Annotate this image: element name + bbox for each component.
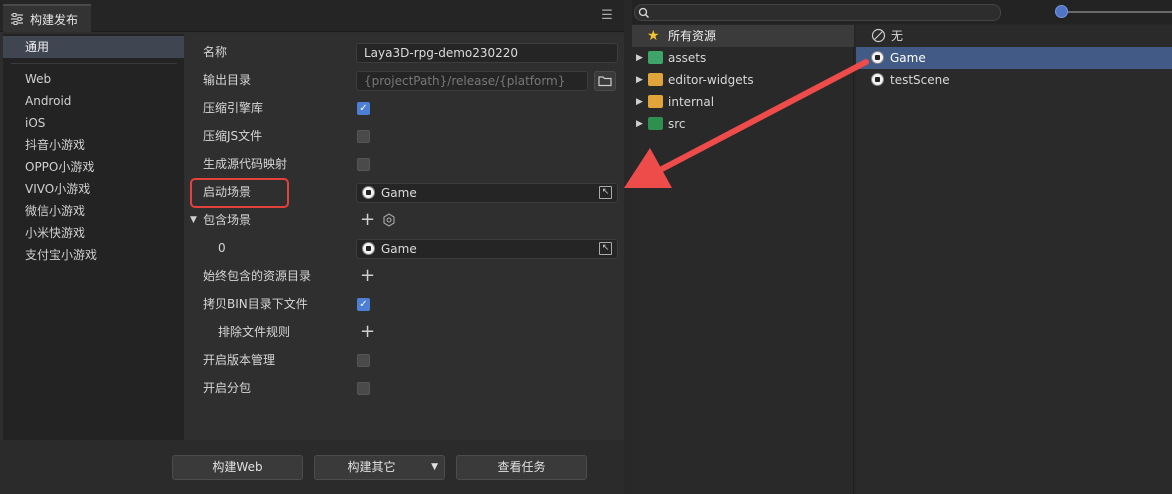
compress-js-checkbox[interactable] <box>357 130 370 143</box>
tree-item-internal[interactable]: ▶ internal <box>632 91 854 113</box>
build-other-button[interactable]: 构建其它 ▼ <box>314 455 445 480</box>
all-assets-label: 所有资源 <box>668 29 717 43</box>
platform-item-oppo[interactable]: OPPO小游戏 <box>25 157 94 177</box>
star-icon: ★ <box>647 28 660 44</box>
add-scene-icon[interactable]: + <box>360 211 375 229</box>
start-scene-highlight-box <box>190 178 289 208</box>
panel-menu-icon[interactable]: ☰ <box>600 9 614 23</box>
copy-bin-label: 拷贝BIN目录下文件 <box>203 297 308 311</box>
platform-item-android[interactable]: Android <box>25 91 71 111</box>
copy-bin-checkbox[interactable]: ✓ <box>357 298 370 311</box>
dropdown-arrow-icon[interactable]: ▼ <box>431 456 438 479</box>
always-include-label: 始终包含的资源目录 <box>203 269 312 283</box>
folder-open-icon <box>598 76 612 87</box>
platform-item-web[interactable]: Web <box>25 69 51 89</box>
tree-item-label: assets <box>668 51 707 65</box>
compress-engine-label: 压缩引擎库 <box>203 101 264 115</box>
start-scene-field[interactable]: Game ↖ <box>356 183 618 203</box>
locked-folder-icon <box>648 95 663 108</box>
add-exclude-rule-icon[interactable]: + <box>360 323 375 341</box>
tree-item-all-assets[interactable]: ★ 所有资源 <box>632 25 854 47</box>
tree-item-assets[interactable]: ▶ assets <box>632 47 854 69</box>
thumbnail-size-slider-track[interactable] <box>1066 11 1172 13</box>
scene-icon <box>362 186 375 199</box>
build-other-label: 构建其它 <box>347 460 396 474</box>
expand-arrow-icon[interactable]: ▶ <box>636 91 644 113</box>
search-icon <box>638 7 649 18</box>
output-dir-input[interactable]: {projectPath}/release/{platform} <box>356 71 588 91</box>
platform-item-alipay[interactable]: 支付宝小游戏 <box>25 245 97 265</box>
compress-js-label: 压缩JS文件 <box>203 129 263 143</box>
platform-item-wechat[interactable]: 微信小游戏 <box>25 201 85 221</box>
tree-item-src[interactable]: ▶ src <box>632 113 854 135</box>
tree-item-label: internal <box>668 95 715 109</box>
tree-item-editor-widgets[interactable]: ▶ editor-widgets <box>632 69 854 91</box>
sidebar-divider <box>11 63 177 64</box>
platform-sidebar: 通用 Web Android iOS 抖音小游戏 OPPO小游戏 VIVO小游戏… <box>3 34 184 440</box>
asset-list: 无 Game testScene <box>856 25 1172 494</box>
tree-item-label: src <box>668 117 686 131</box>
platform-item-xiaomi[interactable]: 小米快游戏 <box>25 223 85 243</box>
build-settings-form: 名称 Laya3D-rpg-demo230220 输出目录 {projectPa… <box>185 34 624 440</box>
exclude-rules-label: 排除文件规则 <box>218 325 291 339</box>
sourcemap-checkbox[interactable] <box>357 158 370 171</box>
expand-arrow-icon[interactable]: ▶ <box>636 47 644 69</box>
subpackage-label: 开启分包 <box>203 381 252 395</box>
none-icon <box>871 28 886 43</box>
name-label: 名称 <box>203 45 228 59</box>
scene0-value: Game <box>381 242 417 256</box>
tree-item-label: editor-widgets <box>668 73 754 87</box>
collapse-triangle-icon[interactable]: ▼ <box>190 210 197 230</box>
output-dir-label: 输出目录 <box>203 73 252 87</box>
start-scene-value: Game <box>381 186 417 200</box>
list-item-testscene[interactable]: testScene <box>856 69 1172 91</box>
include-scenes-label: 包含场景 <box>203 213 252 227</box>
expand-arrow-icon[interactable]: ▶ <box>636 69 644 91</box>
folder-icon <box>648 51 663 64</box>
list-item-none[interactable]: 无 <box>856 25 1172 47</box>
browse-folder-button[interactable] <box>594 71 616 91</box>
platform-item-general[interactable]: 通用 <box>3 36 184 58</box>
compress-engine-checkbox[interactable]: ✓ <box>357 102 370 115</box>
tab-title: 构建发布 <box>30 12 79 27</box>
list-item-game[interactable]: Game <box>856 47 1172 69</box>
scene-index: 0 <box>218 241 226 255</box>
code-folder-icon <box>648 117 663 130</box>
pick-arrow-icon[interactable]: ↖ <box>599 242 612 255</box>
list-item-label: testScene <box>890 73 950 87</box>
settings-sliders-icon <box>11 13 23 25</box>
subpackage-checkbox[interactable] <box>357 382 370 395</box>
panel-tab-bar <box>0 0 624 32</box>
view-tasks-button[interactable]: 查看任务 <box>456 455 587 480</box>
asset-search-input[interactable] <box>634 4 1001 21</box>
build-web-button[interactable]: 构建Web <box>172 455 303 480</box>
pick-arrow-icon[interactable]: ↖ <box>599 186 612 199</box>
sourcemap-label: 生成源代码映射 <box>203 157 288 171</box>
list-item-label: Game <box>890 51 926 65</box>
platform-item-ios[interactable]: iOS <box>25 113 45 133</box>
tab-build-publish[interactable]: 构建发布 <box>3 4 91 32</box>
asset-folder-tree: ★ 所有资源 ▶ assets ▶ editor-widgets ▶ inter… <box>632 25 854 494</box>
none-label: 无 <box>891 29 904 43</box>
locked-folder-icon <box>648 73 663 86</box>
expand-arrow-icon[interactable]: ▶ <box>636 113 644 135</box>
scene0-field[interactable]: Game ↖ <box>356 239 618 259</box>
add-resource-dir-icon[interactable]: + <box>360 267 375 285</box>
name-input[interactable]: Laya3D-rpg-demo230220 <box>356 43 618 63</box>
build-footer: 构建Web 构建其它 ▼ 查看任务 <box>0 440 624 494</box>
scene-icon <box>871 73 884 86</box>
scene-settings-icon[interactable] <box>382 213 396 227</box>
version-mgmt-label: 开启版本管理 <box>203 353 276 367</box>
platform-item-vivo[interactable]: VIVO小游戏 <box>25 179 90 199</box>
thumbnail-size-slider-knob[interactable] <box>1055 5 1068 18</box>
version-mgmt-checkbox[interactable] <box>357 354 370 367</box>
platform-item-douyin[interactable]: 抖音小游戏 <box>25 135 85 155</box>
scene-icon <box>362 242 375 255</box>
scene-icon <box>871 51 884 64</box>
